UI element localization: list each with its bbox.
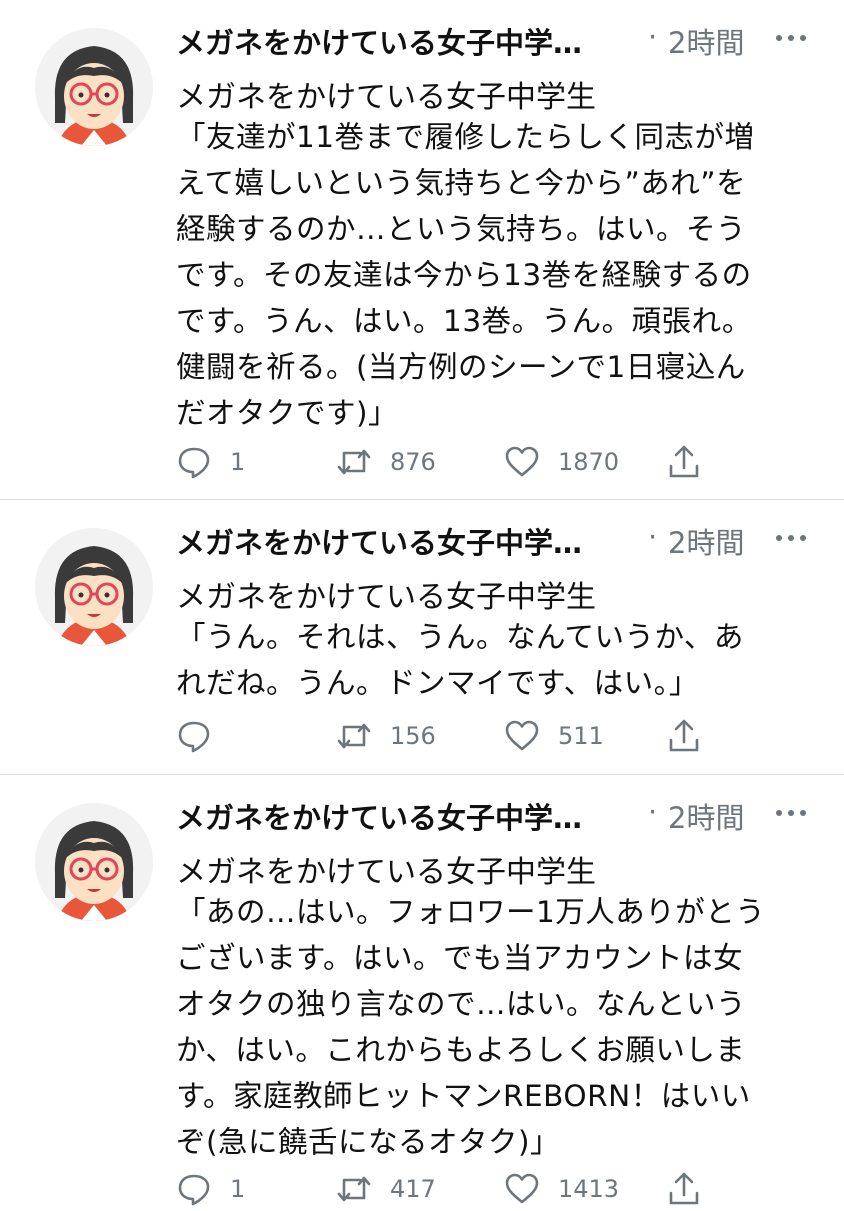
- retweet-count: 417: [390, 1175, 436, 1203]
- author-header-name[interactable]: メガネをかけている女子中学…: [176, 520, 626, 562]
- tweet-timestamp[interactable]: 2時間: [668, 795, 744, 837]
- author-header-name[interactable]: メガネをかけている女子中学…: [176, 795, 626, 837]
- display-name: メガネをかけている女子中学生: [176, 855, 596, 890]
- tweet-actions: 1 876 1870: [176, 440, 736, 484]
- reply-button[interactable]: 1: [176, 440, 245, 484]
- tweet-text: 「あの…はい。フォロワー1万人ありがとう ございます。はい。でも当アカウントは女…: [176, 895, 766, 1159]
- like-count: 1870: [558, 448, 620, 476]
- author-header-name[interactable]: メガネをかけている女子中学…: [176, 20, 626, 62]
- share-icon: [669, 1172, 699, 1205]
- share-icon: [669, 719, 699, 752]
- heart-icon: [505, 446, 539, 477]
- more-options-icon[interactable]: [774, 803, 808, 823]
- share-button[interactable]: [666, 440, 720, 484]
- display-name: メガネをかけている女子中学生: [176, 580, 596, 615]
- header-separator: ·: [648, 795, 658, 829]
- girl-with-glasses-avatar-icon: [35, 528, 153, 646]
- reply-bubble-icon: [178, 721, 210, 753]
- reply-bubble-icon: [178, 1174, 210, 1206]
- like-count: 1413: [558, 1175, 620, 1203]
- retweet-button[interactable]: 876: [336, 440, 436, 484]
- retweet-icon: [337, 1176, 371, 1202]
- heart-icon: [505, 1173, 539, 1204]
- avatar[interactable]: [35, 803, 153, 921]
- tweet-2[interactable]: メガネをかけている女子中学… · 2時間 メガネをかけている女子中学生 「うん。…: [0, 500, 844, 775]
- reply-button[interactable]: 1: [176, 1167, 245, 1211]
- like-button[interactable]: 1870: [504, 440, 619, 484]
- more-options-icon[interactable]: [774, 528, 808, 548]
- retweet-icon: [337, 723, 371, 749]
- like-count: 511: [558, 722, 604, 750]
- tweet-timestamp[interactable]: 2時間: [668, 520, 744, 562]
- share-button[interactable]: [666, 714, 720, 758]
- tweet-text: 「うん。それは、うん。なんていうか、あ れだね。うん。ドンマイです、はい。」: [176, 620, 744, 700]
- more-options-icon[interactable]: [774, 28, 808, 48]
- avatar[interactable]: [35, 28, 153, 146]
- tweet-actions: 156 511: [176, 714, 736, 758]
- like-button[interactable]: 511: [504, 714, 604, 758]
- girl-with-glasses-avatar-icon: [35, 803, 153, 921]
- retweet-icon: [337, 449, 371, 475]
- reply-bubble-icon: [178, 447, 210, 479]
- reply-count: 1: [230, 448, 246, 476]
- retweet-button[interactable]: 417: [336, 1167, 436, 1211]
- girl-with-glasses-avatar-icon: [35, 28, 153, 146]
- tweet-3[interactable]: メガネをかけている女子中学… · 2時間 メガネをかけている女子中学生 「あの……: [0, 775, 844, 1206]
- retweet-count: 876: [390, 448, 436, 476]
- share-button[interactable]: [666, 1167, 720, 1211]
- like-button[interactable]: 1413: [504, 1167, 619, 1211]
- header-separator: ·: [648, 520, 658, 554]
- header-separator: ·: [648, 20, 658, 54]
- retweet-button[interactable]: 156: [336, 714, 436, 758]
- reply-button[interactable]: [176, 714, 230, 758]
- tweet-text: 「友達が11巻まで履修したらしく同志が増 えて嬉しいという気持ちと今から”あれ”…: [176, 120, 755, 430]
- avatar[interactable]: [35, 528, 153, 646]
- tweet-timestamp[interactable]: 2時間: [668, 20, 744, 62]
- reply-count: 1: [230, 1175, 246, 1203]
- display-name: メガネをかけている女子中学生: [176, 80, 596, 115]
- tweet-1[interactable]: メガネをかけている女子中学… · 2時間 メガネをかけている女子中学生 「友達が…: [0, 0, 844, 500]
- share-icon: [669, 445, 699, 478]
- heart-icon: [505, 720, 539, 751]
- retweet-count: 156: [390, 722, 436, 750]
- tweet-actions: 1 417 1413: [176, 1167, 736, 1211]
